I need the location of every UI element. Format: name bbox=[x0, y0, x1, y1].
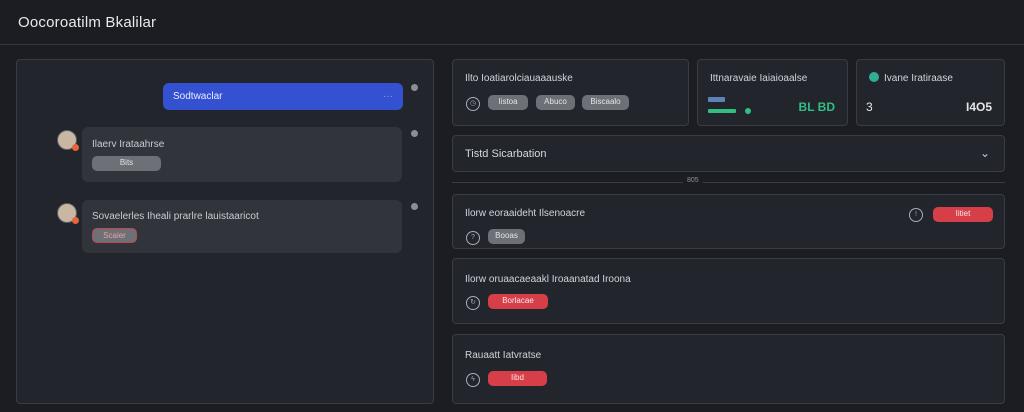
bot-message: Ilaerv Irataahrse Bits bbox=[82, 127, 402, 182]
status-icon bbox=[869, 72, 879, 82]
help-icon: ? bbox=[466, 231, 480, 245]
avatar bbox=[57, 130, 79, 151]
refresh-icon: ↻ bbox=[466, 296, 480, 310]
tag-chip[interactable]: Iistoa bbox=[488, 95, 528, 110]
bolt-icon: ϟ bbox=[466, 373, 480, 387]
chat-panel: Sodtwaclar ··· Ilaerv Irataahrse Bits So… bbox=[16, 59, 434, 404]
chevron-down-icon: ⌄ bbox=[979, 146, 990, 160]
action-button[interactable]: Iibd bbox=[488, 371, 547, 386]
app-title: Oocoroatilm Bkalilar bbox=[18, 14, 157, 31]
metric-count: 3 bbox=[866, 100, 873, 114]
read-status-icon bbox=[411, 84, 418, 91]
row-title: Rauaatt Iatvratse bbox=[465, 350, 542, 361]
bot-reply-button[interactable]: Bits bbox=[92, 156, 161, 171]
tag-chip[interactable]: Booas bbox=[488, 229, 525, 244]
read-status-icon bbox=[411, 130, 418, 137]
app-header: Oocoroatilm Bkalilar bbox=[0, 0, 1024, 45]
bot-reply-button[interactable]: Scaier bbox=[92, 228, 137, 243]
user-message[interactable]: Sodtwaclar ··· bbox=[163, 83, 403, 110]
bar-indicator bbox=[708, 97, 725, 102]
row-title: Ilorw oruaacaeaakl Iroaanatad Iroona bbox=[465, 274, 631, 285]
select-label: Tistd Sicarbation bbox=[465, 148, 547, 160]
bar-indicator bbox=[708, 109, 736, 113]
bot-message-text: Sovaelerles Iheali prarlre lauistaaricot bbox=[92, 211, 259, 222]
read-status-icon bbox=[411, 203, 418, 210]
metric-value: BL BD bbox=[798, 100, 835, 114]
list-item: Ilorw eoraaideht Ilsenoacre ? Booas ! Ii… bbox=[452, 194, 1005, 249]
status-dot-icon bbox=[745, 108, 751, 114]
message-options-icon[interactable]: ··· bbox=[383, 91, 393, 102]
user-message-text: Sodtwaclar bbox=[173, 91, 223, 102]
summary-card: Ilto Ioatiarolciauaaauske ◷ Iistoa Abuco… bbox=[452, 59, 689, 126]
tag-chip[interactable]: Biscaalo bbox=[582, 95, 629, 110]
list-item: Rauaatt Iatvratse ϟ Iibd bbox=[452, 334, 1005, 404]
bot-message: Sovaelerles Iheali prarlre lauistaaricot… bbox=[82, 200, 402, 253]
divider-label: 805 bbox=[683, 177, 703, 184]
metric-value: I4O5 bbox=[965, 100, 992, 114]
divider bbox=[452, 182, 1005, 183]
action-button[interactable]: Iitiet bbox=[933, 207, 993, 222]
avatar bbox=[57, 203, 79, 224]
list-item: Ilorw oruaacaeaakl Iroaanatad Iroona ↻ B… bbox=[452, 258, 1005, 324]
card-title: Ivane Iratiraase bbox=[884, 73, 953, 84]
card-title: Ilto Ioatiarolciauaaauske bbox=[465, 73, 573, 84]
metric-card: Ittnaravaie Iaiaioaalse BL BD bbox=[697, 59, 848, 126]
action-button[interactable]: Borlacae bbox=[488, 294, 548, 309]
metric-card: Ivane Iratiraase 3 I4O5 bbox=[856, 59, 1005, 126]
section-select[interactable]: Tistd Sicarbation ⌄ bbox=[452, 135, 1005, 172]
tag-chip[interactable]: Abuco bbox=[536, 95, 575, 110]
clock-icon: ◷ bbox=[466, 97, 480, 111]
row-title: Ilorw eoraaideht Ilsenoacre bbox=[465, 208, 586, 219]
card-title: Ittnaravaie Iaiaioaalse bbox=[710, 73, 808, 84]
info-icon[interactable]: ! bbox=[909, 208, 923, 222]
bot-message-text: Ilaerv Irataahrse bbox=[92, 139, 165, 150]
